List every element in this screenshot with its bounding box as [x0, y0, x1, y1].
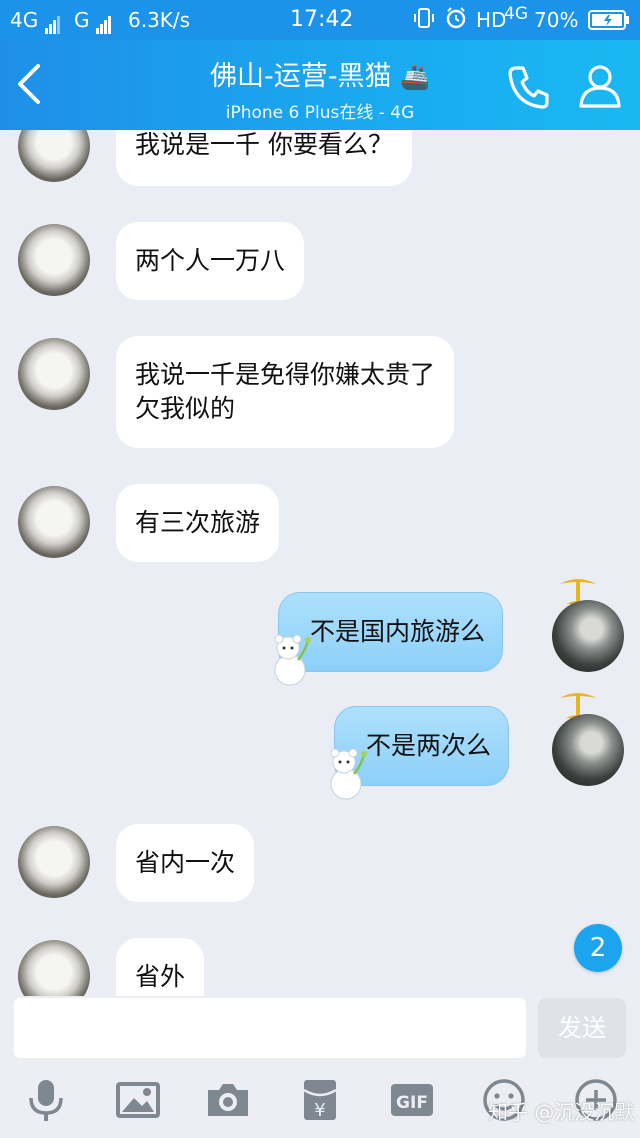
chat-header: 佛山-运营-黑猫 🚢 iPhone 6 Plus在线 - 4G: [0, 40, 640, 130]
person-icon: [579, 65, 621, 108]
vibrate-icon: [412, 6, 436, 35]
ship-icon: 🚢: [400, 63, 430, 91]
polar-bear-sticker-icon: [330, 748, 367, 800]
message-text: 我说是一千 你要看么？: [135, 130, 393, 159]
message-text: 不是国内旅游么: [310, 617, 486, 646]
message-text: 欠我似的: [135, 394, 236, 423]
message-bubble[interactable]: 省外: [116, 938, 205, 996]
yuan-symbol: ¥: [314, 1100, 325, 1121]
status-bar: 4G G 6.3K/s 17:42 HD 4G 70%: [0, 0, 640, 40]
profile-button[interactable]: [578, 62, 622, 110]
message-text: 有三次旅游: [135, 508, 261, 537]
alarm-icon: [444, 6, 468, 35]
send-button[interactable]: 发送: [538, 998, 626, 1058]
microphone-icon[interactable]: [22, 1076, 70, 1124]
message-bubble[interactable]: 我说一千是免得你嫌太贵了 欠我似的: [116, 336, 455, 448]
message-input[interactable]: [14, 998, 526, 1058]
contact-name: 佛山-运营-黑猫: [210, 61, 392, 92]
contact-avatar[interactable]: [18, 130, 90, 182]
contact-avatar[interactable]: [18, 826, 90, 898]
message-text: 两个人一万八: [135, 246, 286, 275]
contact-avatar[interactable]: [18, 224, 90, 296]
carrier-1-label: 4G: [10, 8, 39, 32]
red-packet-icon[interactable]: ¥: [296, 1076, 344, 1124]
gif-icon[interactable]: GIF: [388, 1076, 436, 1124]
signal-icon: [44, 10, 61, 34]
camera-icon[interactable]: [204, 1076, 252, 1124]
contact-avatar[interactable]: [18, 940, 90, 996]
image-icon[interactable]: [114, 1076, 162, 1124]
hd-label: HD: [476, 8, 507, 32]
message-bubble[interactable]: 省内一次: [116, 824, 255, 902]
battery-icon: [588, 10, 630, 35]
network-speed: 6.3K/s: [128, 8, 191, 32]
sim2-signal: G: [74, 8, 112, 34]
sim1-signal: 4G: [10, 8, 61, 34]
input-bar: 发送: [0, 996, 640, 1066]
network-type: 4G: [504, 4, 528, 24]
message-text: 不是两次么: [366, 731, 492, 760]
message-text: 省内一次: [135, 848, 236, 877]
unread-count-badge[interactable]: 2: [574, 924, 622, 972]
my-avatar[interactable]: [552, 600, 624, 672]
polar-bear-sticker-icon: [274, 634, 311, 686]
call-button[interactable]: [504, 62, 552, 110]
watermark: 知乎 @沉没沉默: [488, 1100, 635, 1124]
contact-avatar[interactable]: [18, 338, 90, 410]
contact-avatar[interactable]: [18, 486, 90, 558]
message-text: 我说一千是免得你嫌太贵了: [135, 360, 436, 389]
message-bubble[interactable]: 两个人一万八: [116, 222, 305, 300]
message-bubble[interactable]: 有三次旅游: [116, 484, 280, 562]
message-bubble[interactable]: 我说是一千 你要看么？: [116, 130, 412, 186]
my-avatar[interactable]: [552, 714, 624, 786]
signal-icon: [95, 10, 112, 34]
gif-label: GIF: [396, 1093, 428, 1113]
phone-icon: [508, 66, 549, 109]
battery-percent: 70%: [534, 8, 579, 32]
carrier-2-label: G: [74, 8, 90, 32]
message-text: 省外: [135, 962, 186, 991]
message-list[interactable]: 我说是一千 你要看么？ 两个人一万八 我说一千是免得你嫌太贵了 欠我似的 有三次…: [0, 130, 640, 996]
clock: 17:42: [290, 7, 354, 32]
